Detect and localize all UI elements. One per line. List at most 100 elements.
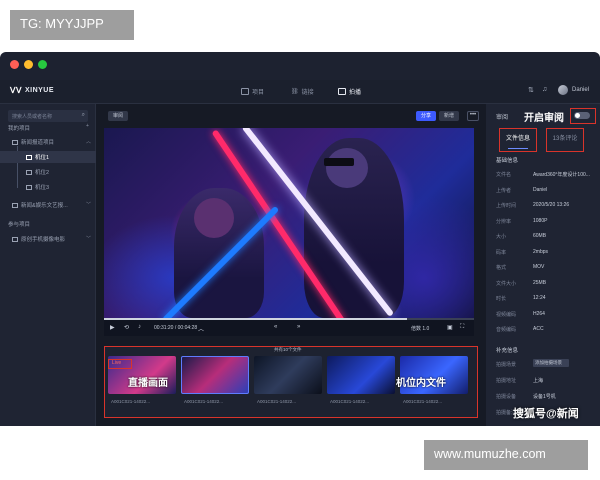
sidebar-item-camera-3[interactable]: 机位3 [26, 183, 49, 191]
share-button[interactable]: 分享 [416, 111, 436, 121]
search-placeholder: 搜索人员或者名称 [12, 114, 53, 120]
open-audit-label: 开启审阅 [524, 113, 564, 124]
forward-icon[interactable]: » [297, 324, 300, 330]
logo-mark-icon: ᐯᐯ [10, 86, 22, 95]
field-value: 2mbps [533, 248, 549, 255]
chevron-up-icon[interactable]: ︿ [86, 138, 91, 145]
thumbnail-label: A001C021-14022... [403, 399, 443, 404]
file-count: 共有10个文件 [274, 347, 302, 352]
username: Daniel [572, 87, 590, 93]
files-overlay-text: 机位内文件 [396, 378, 446, 389]
maximize-window-button[interactable] [38, 60, 47, 69]
sidebar-item-label: 新闻&娱乐文艺报... [21, 203, 68, 209]
basic-info-title: 基础信息 [496, 158, 519, 164]
field-label: 时长 [496, 296, 507, 302]
avatar[interactable] [558, 85, 568, 95]
field-value: 60MB [533, 233, 547, 239]
pip-icon[interactable]: ▣ [447, 324, 453, 331]
tab-comments-label: 13条评论 [552, 136, 578, 142]
sidebar-item-label: 机位3 [35, 185, 50, 191]
minimize-window-button[interactable] [24, 60, 33, 69]
sidebar-item-label: 新闻报道项目 [21, 140, 55, 146]
play-icon[interactable]: ▶ [110, 324, 115, 331]
camera-icon [338, 88, 346, 95]
field-value: Award360°年度设计100... [533, 172, 590, 178]
field-value: ACC [533, 326, 544, 332]
field-label: 上传者 [496, 187, 512, 194]
nav-links[interactable]: ⛓ 链接 [291, 87, 314, 96]
bottom-tag: www.mumuzhe.com [424, 440, 588, 470]
volume-icon[interactable]: ♪ [138, 324, 141, 330]
audit-label: 审阅 [496, 115, 509, 121]
tab-comments[interactable]: 13条评论 [546, 128, 584, 152]
field-value: 上海 [533, 378, 544, 384]
field-label: 码率 [496, 249, 507, 256]
field-value: 25MB [533, 279, 547, 286]
field-label: 分辨率 [496, 218, 512, 225]
field-value: 2020/5/20 13:26 [533, 202, 570, 208]
bell-icon[interactable]: ♫ [542, 86, 547, 93]
toggle-knob [575, 113, 580, 118]
nav-links-label: 链接 [301, 90, 314, 96]
folder-icon [12, 237, 18, 242]
field-value: 设备1号机 [533, 394, 556, 400]
link-icon: ⛓ [291, 89, 299, 95]
add-button[interactable]: 新增 [439, 111, 459, 121]
search-input[interactable]: 搜索人员或者名称 ⌕ [8, 110, 88, 122]
audit-toggle[interactable] [574, 112, 590, 119]
thumbnail-selected[interactable] [181, 356, 249, 394]
sidebar-item-news-entertainment[interactable]: 新闻&娱乐文艺报... [12, 201, 68, 209]
field-value: 12:24 [533, 295, 546, 301]
top-tag: TG: MYYJJPP [10, 10, 134, 40]
close-window-button[interactable] [10, 60, 19, 69]
sidebar-item-label: 机位1 [35, 155, 50, 161]
sidebar-item-phone-film[interactable]: 原创手机摄像电影 [12, 235, 65, 243]
sidebar-item-camera-2[interactable]: 机位2 [26, 168, 49, 176]
field-label: 文件大小 [496, 280, 517, 287]
app-logo: ᐯᐯ XINYUE [10, 86, 54, 95]
more-button[interactable]: ••• [467, 111, 479, 121]
audit-button[interactable]: 审阅 [108, 111, 128, 121]
field-value: MOV [533, 264, 545, 270]
field-label: 上传时间 [496, 203, 517, 209]
folder-icon [12, 203, 18, 208]
transfer-icon[interactable]: ⇅ [528, 86, 534, 94]
sidebar-item-camera-1[interactable]: 机位1 [26, 153, 49, 161]
sidebar-section-participating: 参与项目 [8, 222, 31, 228]
video-preview[interactable] [104, 128, 474, 318]
field-label: 拍摄地址 [496, 378, 517, 384]
tab-file-info-label: 文件信息 [505, 136, 530, 142]
person-right-head [326, 148, 368, 188]
sidebar-item-label: 原创手机摄像电影 [21, 237, 66, 243]
thumbnail-label: A001C021-14022... [184, 399, 224, 404]
field-label: 文件名 [496, 172, 512, 178]
field-value: 1080P [533, 217, 548, 224]
rewind-icon[interactable]: « [274, 324, 277, 330]
thumbnail-3[interactable] [254, 356, 322, 394]
field-label: 拍摄场景 [496, 362, 517, 368]
chevron-down-icon[interactable]: ﹀ [86, 201, 91, 208]
tab-underline [508, 148, 528, 149]
sidebar-item-news-project[interactable]: 新闻报道项目 [12, 138, 54, 146]
chevron-up-icon[interactable]: ︿ [198, 324, 204, 333]
add-project-icon[interactable]: + [86, 123, 89, 129]
sidebar-item-label: 机位2 [35, 170, 50, 176]
folder-icon [241, 88, 249, 95]
extra-info-title: 补充信息 [496, 348, 519, 354]
playback-speed[interactable]: 倍数 1.0 [411, 325, 429, 332]
fullscreen-icon[interactable]: ⛶ [460, 324, 464, 331]
timecode: 00:31:20 / 00:04:28 [154, 325, 198, 331]
tab-file-info[interactable]: 文件信息 [499, 128, 537, 152]
camera-icon [26, 155, 32, 160]
camera-icon [26, 170, 32, 175]
add-scene-button[interactable]: 添加拍摄场景 [533, 359, 569, 367]
chevron-down-icon[interactable]: ﹀ [86, 235, 91, 242]
nav-projects[interactable]: 项目 [241, 87, 264, 96]
nav-shoot[interactable]: 拍播 [338, 87, 361, 96]
loop-icon[interactable]: ⟲ [124, 324, 129, 331]
sunglasses [324, 158, 354, 166]
logo-text: XINYUE [24, 87, 55, 94]
watermark: 搜狐号@新闻 [513, 408, 579, 420]
search-icon[interactable]: ⌕ [82, 112, 85, 119]
thumbnail-4[interactable] [327, 356, 395, 394]
